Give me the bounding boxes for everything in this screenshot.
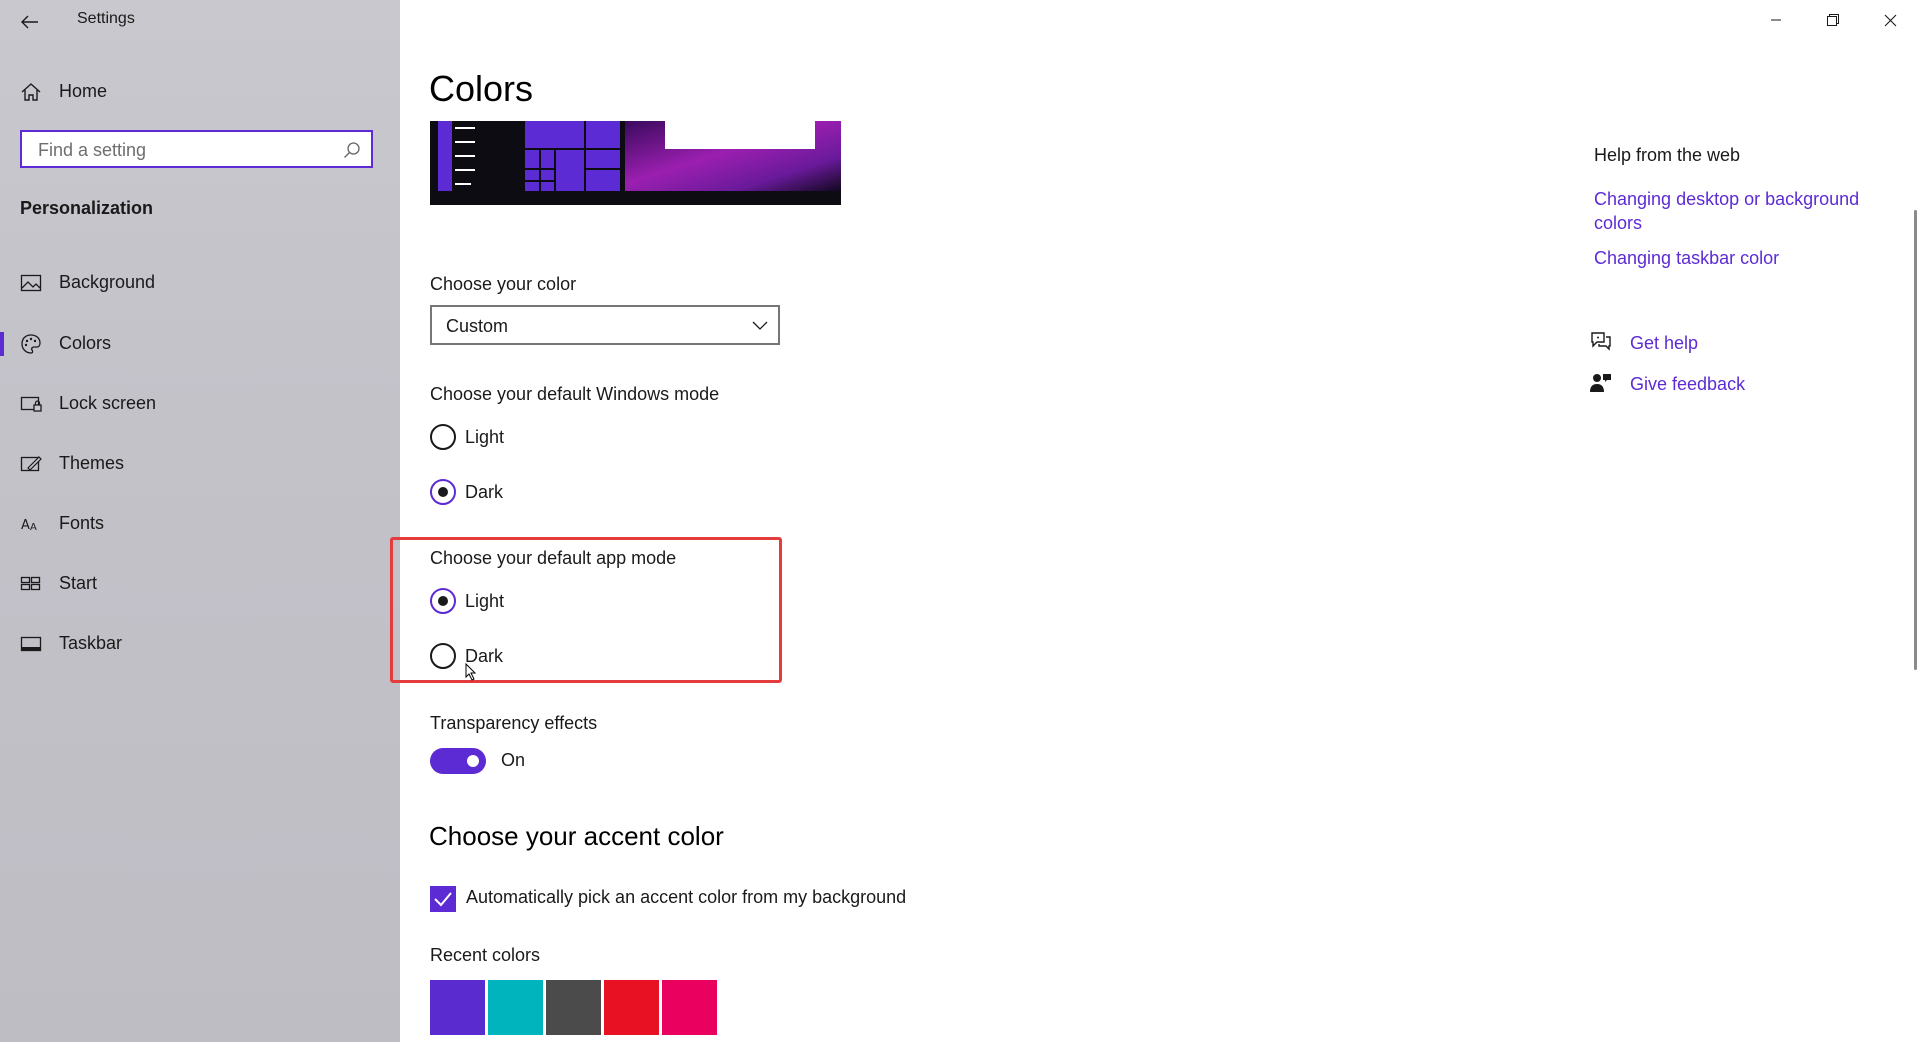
close-button[interactable] bbox=[1867, 0, 1913, 40]
fonts-icon: AA bbox=[21, 518, 37, 533]
help-title: Help from the web bbox=[1594, 145, 1741, 165]
preview-graphic: Aa bbox=[430, 121, 841, 205]
sidebar-item-taskbar[interactable]: Taskbar bbox=[0, 620, 400, 668]
auto-accent-label: Automatically pick an accent color from … bbox=[466, 887, 907, 907]
home-icon bbox=[21, 83, 41, 101]
sidebar-item-label: Taskbar bbox=[59, 633, 123, 653]
help-link-taskbar-color[interactable]: Changing taskbar color bbox=[1594, 246, 1779, 270]
preview-text: Aa bbox=[545, 121, 562, 122]
dropdown-value: Custom bbox=[446, 316, 509, 336]
recent-color-swatch[interactable] bbox=[662, 980, 717, 1035]
sidebar-item-home[interactable]: Home bbox=[0, 72, 400, 112]
transparency-state: On bbox=[501, 750, 526, 770]
svg-text:A: A bbox=[21, 518, 30, 533]
chevron-down-icon bbox=[752, 321, 768, 330]
app-mode-light-radio[interactable] bbox=[430, 588, 456, 614]
app-title: Settings bbox=[77, 10, 135, 27]
active-indicator bbox=[0, 332, 4, 356]
get-help-link[interactable]: Get help bbox=[1630, 331, 1698, 355]
sidebar-item-label: Themes bbox=[59, 453, 125, 473]
sidebar-item-fonts[interactable]: AA Fonts bbox=[0, 500, 400, 548]
sidebar-item-lock-screen[interactable]: Lock screen bbox=[0, 380, 400, 428]
give-feedback-link[interactable]: Give feedback bbox=[1630, 372, 1745, 396]
transparency-toggle[interactable] bbox=[430, 748, 486, 774]
recent-color-swatch[interactable] bbox=[430, 980, 485, 1035]
transparency-label: Transparency effects bbox=[430, 713, 598, 733]
close-icon bbox=[1884, 14, 1896, 26]
help-link-background-colors[interactable]: Changing desktop or background colors bbox=[1594, 187, 1894, 235]
sidebar-item-label: Colors bbox=[59, 333, 112, 353]
sidebar-item-label: Fonts bbox=[59, 513, 105, 533]
sidebar-item-start[interactable]: Start bbox=[0, 560, 400, 608]
recent-color-swatch[interactable] bbox=[488, 980, 543, 1035]
lock-screen-icon bbox=[20, 396, 42, 412]
choose-color-label: Choose your color bbox=[430, 274, 577, 294]
section-label: Personalization bbox=[20, 198, 154, 218]
recent-color-swatch[interactable] bbox=[604, 980, 659, 1035]
taskbar-icon bbox=[20, 636, 42, 652]
sidebar: Settings Home Personalization Background… bbox=[0, 0, 400, 1042]
search-box[interactable] bbox=[20, 130, 373, 168]
search-icon bbox=[344, 142, 360, 158]
themes-icon bbox=[20, 456, 42, 472]
scrollbar[interactable] bbox=[1914, 210, 1917, 670]
search-input[interactable] bbox=[36, 139, 340, 162]
choose-color-dropdown[interactable]: Custom bbox=[430, 305, 780, 345]
color-preview: Aa bbox=[430, 121, 841, 205]
sidebar-item-label: Start bbox=[59, 573, 98, 593]
sidebar-item-label: Background bbox=[59, 272, 156, 292]
sidebar-item-colors[interactable]: Colors bbox=[0, 320, 400, 368]
app-mode-light-label: Light bbox=[465, 591, 505, 611]
app-mode-dark-radio[interactable] bbox=[430, 643, 456, 669]
sidebar-item-label: Home bbox=[59, 81, 108, 101]
windows-mode-dark-label: Dark bbox=[465, 482, 504, 502]
windows-mode-dark-radio[interactable] bbox=[430, 479, 456, 505]
sidebar-item-background[interactable]: Background bbox=[0, 259, 400, 307]
back-button[interactable] bbox=[14, 6, 46, 38]
restore-button[interactable] bbox=[1810, 0, 1856, 40]
sidebar-item-label: Lock screen bbox=[59, 393, 157, 413]
svg-text:A: A bbox=[30, 522, 37, 533]
windows-mode-light-radio[interactable] bbox=[430, 424, 456, 450]
auto-accent-checkbox[interactable] bbox=[430, 886, 456, 912]
image-icon bbox=[20, 274, 42, 292]
recent-colors-label: Recent colors bbox=[430, 945, 541, 965]
back-arrow-icon bbox=[21, 15, 38, 29]
checkmark-icon bbox=[434, 892, 452, 907]
windows-mode-light-label: Light bbox=[465, 427, 505, 447]
recent-color-swatch[interactable] bbox=[546, 980, 601, 1035]
feedback-icon bbox=[1590, 374, 1611, 392]
get-help-icon bbox=[1591, 332, 1611, 351]
restore-icon bbox=[1827, 14, 1839, 26]
app-mode-label: Choose your default app mode bbox=[430, 548, 677, 568]
minimize-button[interactable] bbox=[1753, 0, 1799, 40]
toggle-knob bbox=[467, 755, 479, 767]
accent-heading: Choose your accent color bbox=[429, 821, 724, 851]
sidebar-item-themes[interactable]: Themes bbox=[0, 440, 400, 488]
palette-icon bbox=[21, 334, 41, 354]
start-icon bbox=[20, 576, 41, 591]
windows-mode-label: Choose your default Windows mode bbox=[430, 384, 720, 404]
minimize-icon bbox=[1771, 19, 1781, 21]
page-title: Colors bbox=[429, 68, 534, 109]
mouse-cursor-icon bbox=[465, 663, 477, 681]
